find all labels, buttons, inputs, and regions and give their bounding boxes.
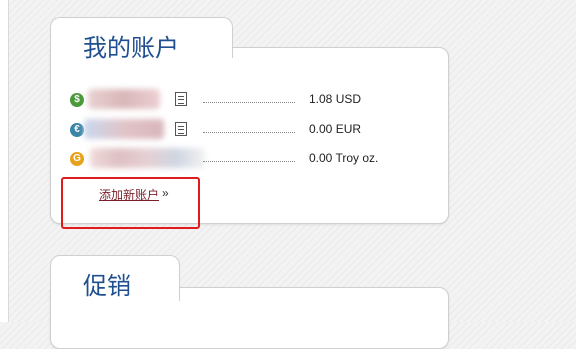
- statement-icon[interactable]: [175, 92, 187, 106]
- accounts-panel-title: 我的账户: [83, 35, 179, 62]
- statement-icon[interactable]: [175, 122, 187, 136]
- left-rail: [0, 0, 9, 322]
- dotted-leader: [203, 161, 295, 162]
- account-row-usd[interactable]: $ 1.08 USD: [70, 89, 370, 109]
- dollar-coin-icon: $: [70, 93, 84, 107]
- redacted-account-name: [90, 148, 205, 168]
- highlight-box: [61, 177, 200, 229]
- dotted-leader: [203, 132, 295, 133]
- euro-coin-icon: €: [70, 123, 84, 137]
- account-balance: 0.00 Troy oz.: [309, 151, 379, 165]
- account-row-eur[interactable]: € 0.00 EUR: [70, 119, 370, 139]
- redacted-account-name: [88, 89, 160, 109]
- account-balance: 1.08 USD: [309, 92, 362, 106]
- redacted-account-name: [84, 119, 164, 139]
- gold-coin-icon: G: [70, 152, 84, 166]
- dotted-leader: [203, 102, 295, 103]
- promo-panel-title: 促销: [83, 273, 131, 300]
- account-row-gold[interactable]: G 0.00 Troy oz.: [70, 148, 378, 168]
- account-balance: 0.00 EUR: [309, 122, 362, 136]
